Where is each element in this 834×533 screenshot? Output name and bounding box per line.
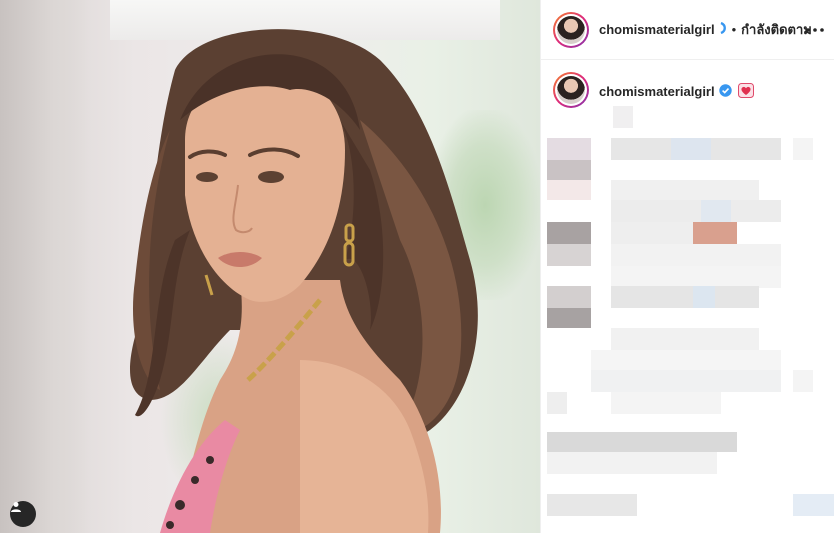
post-header: chomismaterialgirl • กำลังติดตาม bbox=[541, 0, 834, 60]
post-photo[interactable] bbox=[0, 0, 540, 533]
following-button[interactable]: กำลังติดตาม bbox=[741, 19, 812, 40]
verified-badge-icon bbox=[719, 21, 727, 39]
avatar-image bbox=[557, 15, 585, 44]
pixelated-comments bbox=[541, 100, 834, 533]
author-avatar[interactable] bbox=[553, 11, 589, 48]
user-tag-button[interactable] bbox=[10, 501, 36, 527]
author-username[interactable]: chomismaterialgirl bbox=[599, 22, 715, 37]
header-separator: • bbox=[731, 22, 737, 37]
post-sidebar: chomismaterialgirl • กำลังติดตาม chomism… bbox=[540, 0, 834, 533]
more-options-icon[interactable] bbox=[803, 18, 827, 42]
caption-username[interactable]: chomismaterialgirl bbox=[599, 84, 715, 99]
portrait-illustration bbox=[130, 29, 478, 533]
